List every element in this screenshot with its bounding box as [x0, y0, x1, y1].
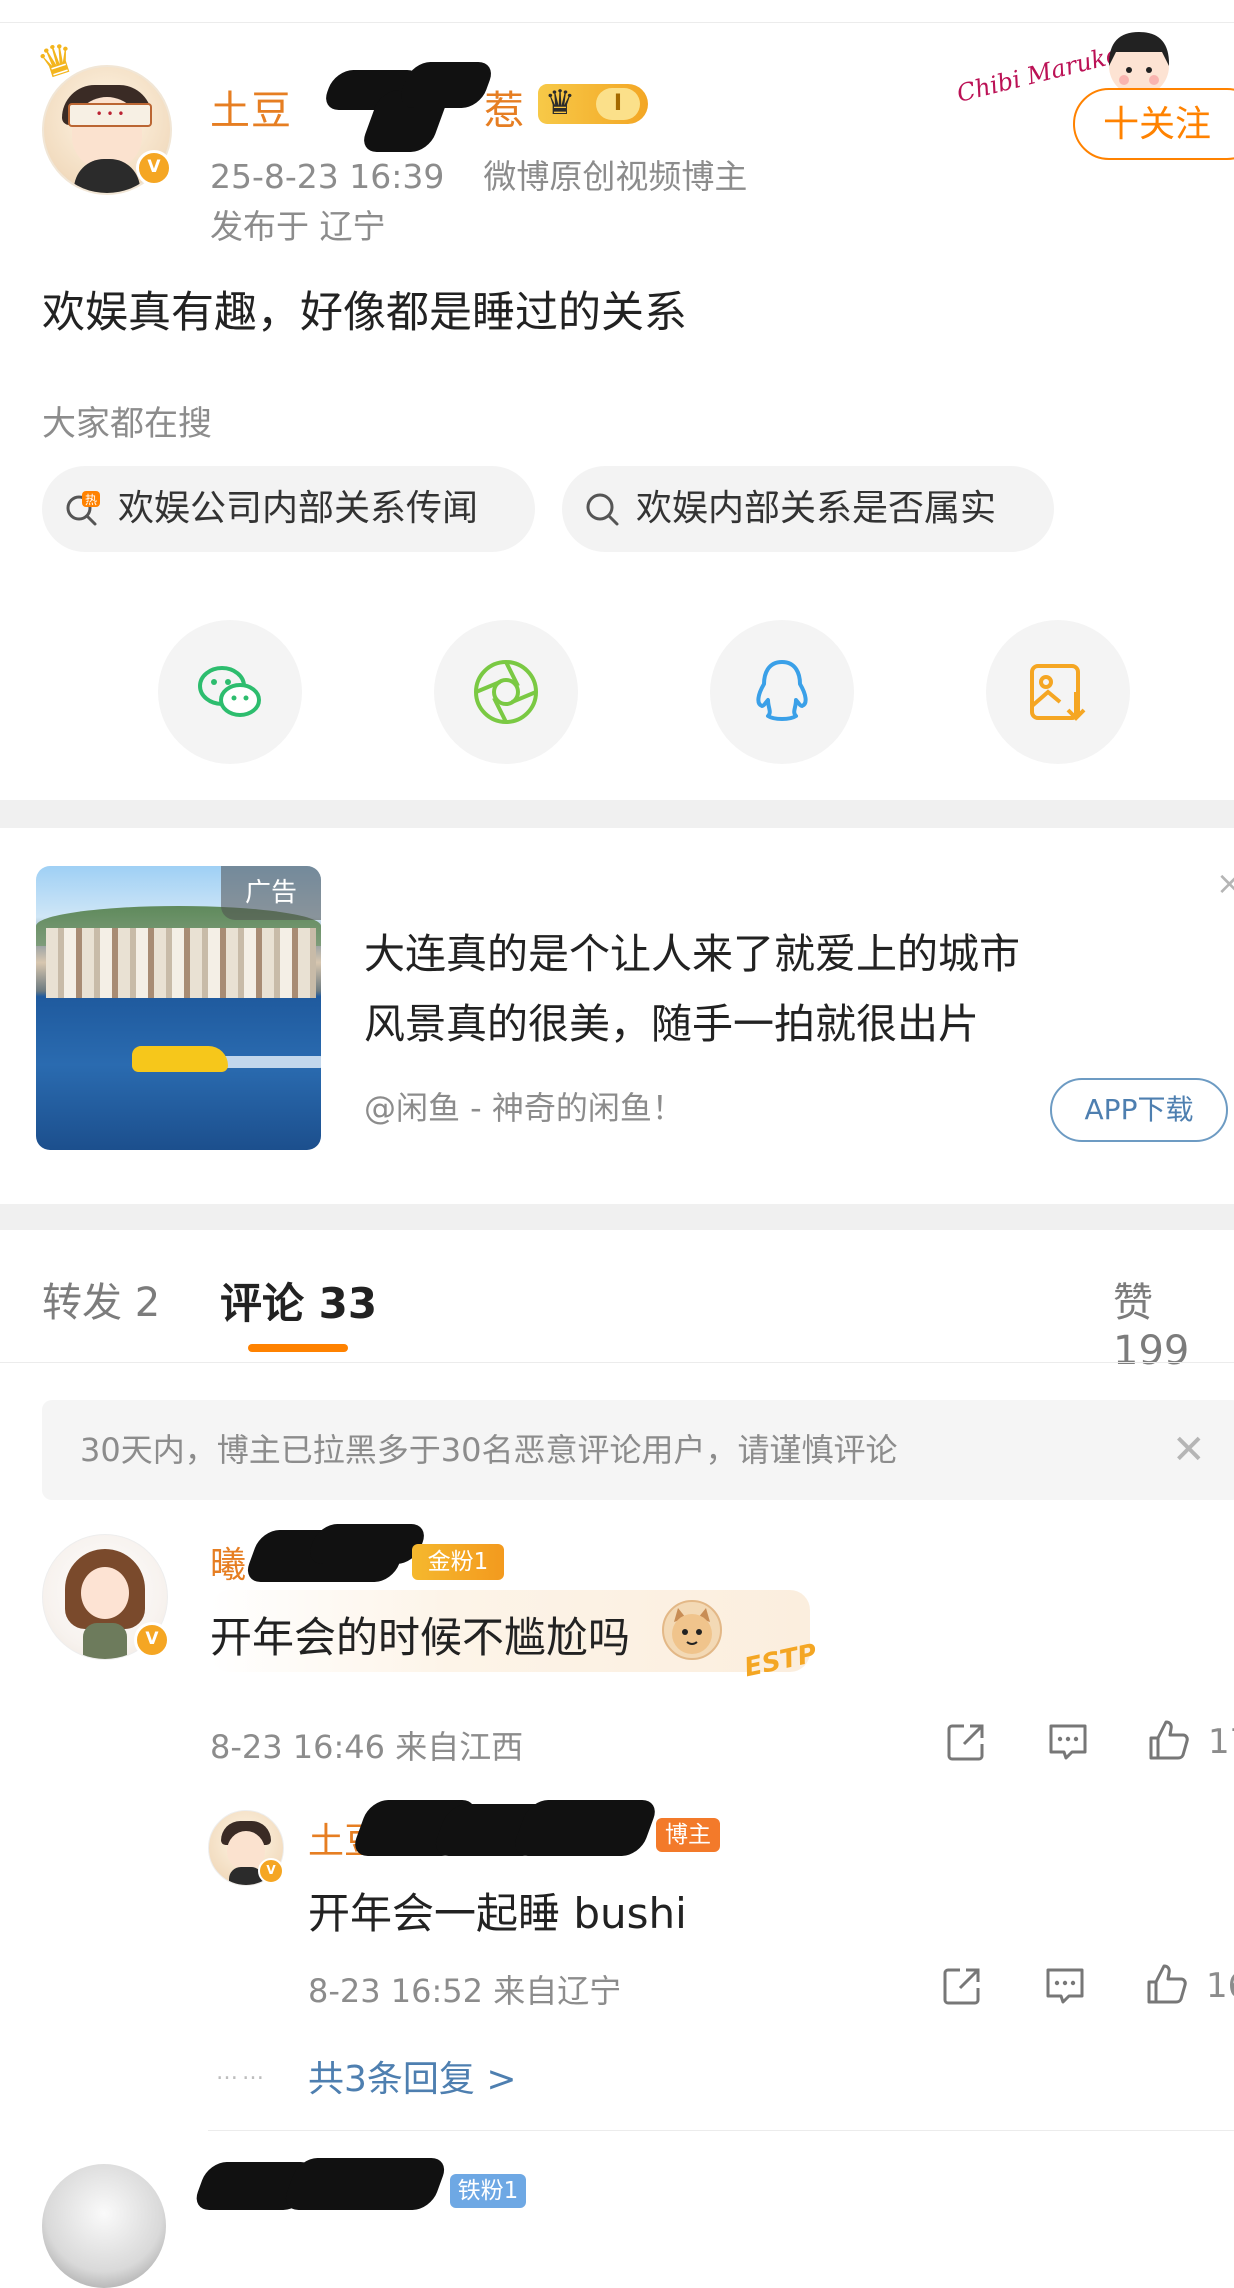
level-text: I — [596, 88, 640, 120]
level-badge[interactable]: ♛ I — [538, 83, 648, 124]
ad-source[interactable]: @闲鱼 - 神奇的闲鱼！ — [364, 1083, 684, 1129]
top-divider — [0, 22, 1234, 23]
author-name-visible: 土豆 — [210, 88, 292, 134]
verified-icon: V — [136, 150, 172, 186]
verified-icon: V — [258, 1858, 284, 1884]
active-tab-indicator — [248, 1344, 348, 1352]
moments-icon — [474, 660, 538, 724]
search-chip-label: 欢娱内部关系是否属实 — [636, 488, 997, 529]
ad-title-line1[interactable]: 大连真的是个让人来了就爱上的城市 — [364, 920, 1020, 980]
author-name[interactable]: 土豆 — [210, 78, 292, 136]
commenter-name[interactable]: 曦 — [210, 1536, 246, 1588]
save-image-button[interactable] — [986, 620, 1130, 764]
redaction-mark — [280, 2158, 450, 2210]
reply-text: 开年会一起睡 bushi — [308, 1889, 687, 1938]
redaction-mark — [304, 1524, 430, 1564]
fan-badge: 铁粉1 — [450, 2174, 526, 2208]
comment-icon[interactable] — [1043, 1964, 1087, 2008]
like-count: 17 — [1208, 1722, 1234, 1762]
author-name-tail: 惹 — [484, 88, 525, 134]
notice-close-icon[interactable]: ✕ — [1172, 1400, 1206, 1500]
comment-text: 开年会的时候不尴尬吗 — [210, 1613, 631, 1662]
ad-title-line2[interactable]: 风景真的很美，随手一拍就很出片 — [364, 990, 979, 1050]
redaction-mark — [395, 62, 497, 108]
post-time: 25-8-23 16:39 — [210, 157, 445, 196]
cat-emoji-icon — [662, 1600, 722, 1660]
redaction-mark — [509, 1800, 661, 1856]
comment-separator — [208, 2130, 1234, 2131]
crown-icon: ♛ — [31, 31, 83, 90]
hot-search-icon: 热 — [66, 491, 100, 526]
like-icon[interactable] — [1146, 1718, 1190, 1762]
share-moments-button[interactable] — [434, 620, 578, 764]
hot-search-title: 大家都在搜 — [42, 404, 212, 444]
app-download-button[interactable]: APP下载 — [1050, 1078, 1228, 1142]
ad-close-icon[interactable]: × — [1216, 864, 1234, 902]
share-qq-button[interactable] — [710, 620, 854, 764]
fan-badge: 金粉1 — [412, 1544, 504, 1580]
verified-icon: V — [134, 1622, 170, 1658]
amphibious-car-icon — [132, 1046, 228, 1072]
comment-notice: 30天内，博主已拉黑多于30名恶意评论用户，请谨慎评论 ✕ — [42, 1400, 1234, 1500]
share-wechat-button[interactable] — [158, 620, 302, 764]
author-identity: 微博原创视频博主 — [483, 157, 748, 196]
ad-tag: 广告 — [221, 866, 321, 920]
reply-meta: 8-23 16:52 来自辽宁 — [308, 1972, 622, 2010]
next-commenter-avatar[interactable] — [42, 2164, 166, 2288]
search-icon — [586, 493, 619, 526]
section-gap — [0, 800, 1234, 828]
more-replies-link[interactable]: 共3条回复 > — [308, 2050, 517, 2102]
share-icon[interactable] — [940, 1964, 984, 2008]
svg-text:热: 热 — [85, 493, 97, 507]
tab-divider — [0, 1362, 1234, 1363]
wechat-icon — [198, 666, 261, 717]
share-icon[interactable] — [944, 1720, 988, 1764]
tab-comments[interactable]: 评论 33 — [220, 1270, 377, 1331]
follow-button[interactable]: 十关注 — [1073, 88, 1234, 160]
search-chip-2[interactable]: 欢娱内部关系是否属实 — [562, 466, 1054, 552]
like-count: 16 — [1206, 1966, 1234, 2006]
comment-icon[interactable] — [1046, 1720, 1090, 1764]
notice-text: 30天内，博主已拉黑多于30名恶意评论用户，请谨慎评论 — [80, 1431, 898, 1469]
save-image-icon — [1030, 664, 1086, 721]
tab-reposts[interactable]: 转发 2 — [42, 1270, 160, 1328]
search-chip-label: 欢娱公司内部关系传闻 — [118, 488, 479, 529]
ad-image[interactable]: 广告 — [36, 866, 321, 1150]
host-badge: 博主 — [656, 1818, 720, 1852]
tab-likes[interactable]: 赞 199 — [1113, 1270, 1234, 1374]
search-chip-1[interactable]: 热 欢娱公司内部关系传闻 — [42, 466, 535, 552]
post-location: 发布于 辽宁 — [210, 207, 386, 246]
qq-icon — [756, 660, 808, 721]
post-body: 欢娱真有趣，好像都是睡过的关系 — [42, 288, 687, 338]
section-gap — [0, 1204, 1234, 1230]
comment-meta: 8-23 16:46 来自江西 — [210, 1728, 524, 1766]
post-meta: 25-8-23 16:39 微博原创视频博主 — [210, 150, 747, 198]
level-crown-icon: ♛ — [544, 83, 576, 123]
like-icon[interactable] — [1144, 1962, 1188, 2006]
thread-dots: …… — [216, 2060, 268, 2085]
